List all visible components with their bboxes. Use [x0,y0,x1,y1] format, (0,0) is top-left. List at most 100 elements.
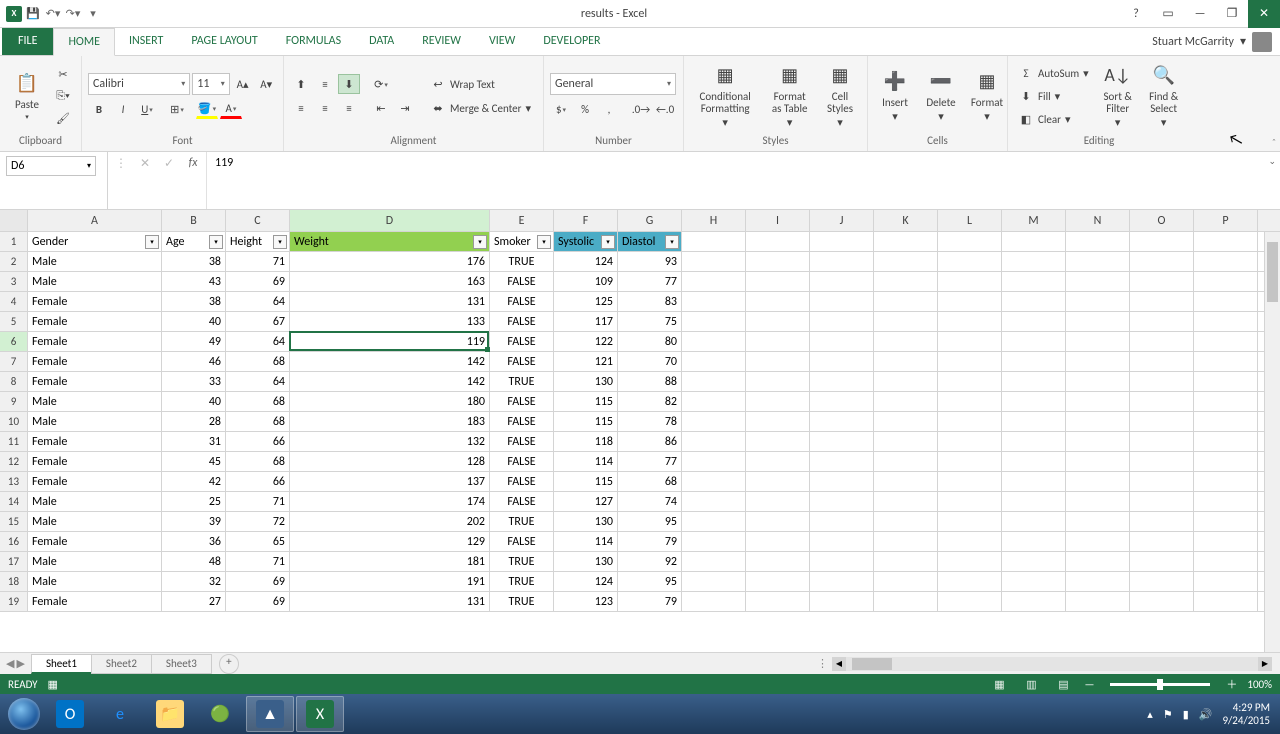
cell[interactable]: Female [28,432,162,451]
find-select-button[interactable]: 🔍Find & Select▾ [1143,61,1185,131]
cell[interactable] [1002,312,1066,331]
cell[interactable] [1194,332,1258,351]
cell[interactable] [1002,532,1066,551]
cell[interactable] [746,372,810,391]
col-header-O[interactable]: O [1130,210,1194,231]
cell[interactable] [1002,492,1066,511]
cell[interactable] [682,392,746,411]
fill-button[interactable]: ⬇Fill ▾ [1014,86,1093,106]
cell[interactable] [682,232,746,251]
accounting-format-icon[interactable]: $ [550,99,572,119]
cell[interactable] [1066,392,1130,411]
sheet-nav-prev-icon[interactable]: ◀ [6,657,14,670]
cell[interactable] [1130,452,1194,471]
align-left-icon[interactable]: ≡ [290,98,312,118]
zoom-out-button[interactable]: — [1084,678,1094,691]
increase-font-icon[interactable]: A▴ [232,74,254,94]
cell[interactable] [746,512,810,531]
tab-insert[interactable]: INSERT [115,28,177,55]
cell[interactable]: 181 [290,552,490,571]
paste-button[interactable]: 📋 Paste▾ [6,69,48,123]
cell[interactable]: 71 [226,252,290,271]
cell[interactable]: 174 [290,492,490,511]
cell[interactable] [1194,312,1258,331]
col-header-G[interactable]: G [618,210,682,231]
cell[interactable] [1002,412,1066,431]
wrap-text-button[interactable]: ↩Wrap Text [426,74,535,94]
cell[interactable]: 40 [162,312,226,331]
row-header-14[interactable]: 14 [0,492,28,512]
cell[interactable] [1066,552,1130,571]
cell[interactable] [938,332,1002,351]
cell[interactable] [746,592,810,611]
cell[interactable] [1194,572,1258,591]
cell[interactable]: TRUE [490,252,554,271]
cell[interactable] [1066,272,1130,291]
cell[interactable]: 64 [226,372,290,391]
cell[interactable] [682,472,746,491]
cell[interactable] [1130,412,1194,431]
cell[interactable] [1002,272,1066,291]
cell[interactable]: 95 [618,572,682,591]
cell[interactable]: 125 [554,292,618,311]
cell[interactable] [938,432,1002,451]
cell[interactable] [810,252,874,271]
cell[interactable]: 77 [618,452,682,471]
cell[interactable]: 68 [226,352,290,371]
tab-review[interactable]: REVIEW [408,28,475,55]
cell[interactable] [746,472,810,491]
align-center-icon[interactable]: ≡ [314,98,336,118]
cell[interactable]: FALSE [490,272,554,291]
cell[interactable]: FALSE [490,432,554,451]
cell[interactable]: 77 [618,272,682,291]
cell[interactable] [1002,232,1066,251]
cell[interactable] [682,432,746,451]
cell[interactable]: 142 [290,352,490,371]
cell[interactable] [810,232,874,251]
qat-customize-icon[interactable]: ▾ [84,5,102,23]
cell[interactable] [810,472,874,491]
col-header-B[interactable]: B [162,210,226,231]
cell[interactable]: 114 [554,452,618,471]
cell[interactable]: 93 [618,252,682,271]
cell[interactable] [746,352,810,371]
cell[interactable] [874,352,938,371]
underline-button[interactable]: U [136,99,158,119]
row-header-11[interactable]: 11 [0,432,28,452]
cell[interactable] [1002,392,1066,411]
cell[interactable]: 131 [290,292,490,311]
format-painter-icon[interactable]: 🖌 [52,108,74,128]
more-functions-icon[interactable]: ⋮ [112,156,130,171]
cell[interactable]: 27 [162,592,226,611]
tray-clock[interactable]: 4:29 PM9/24/2015 [1222,701,1270,727]
cell[interactable] [682,272,746,291]
cell[interactable] [1130,292,1194,311]
view-page-layout-icon[interactable]: ▥ [1020,676,1042,692]
minimize-button[interactable]: — [1184,0,1216,28]
cell[interactable]: 114 [554,532,618,551]
cell[interactable] [1066,592,1130,611]
col-header-H[interactable]: H [682,210,746,231]
cell[interactable]: 49 [162,332,226,351]
row-header-6[interactable]: 6 [0,332,28,352]
cell[interactable] [938,232,1002,251]
cell[interactable] [682,292,746,311]
filter-dropdown-icon[interactable]: ▾ [665,235,679,249]
table-header-cell[interactable]: Systolic▾ [554,232,618,251]
cell[interactable]: 202 [290,512,490,531]
cell[interactable] [682,492,746,511]
cell[interactable]: 70 [618,352,682,371]
cell[interactable] [810,412,874,431]
cell[interactable]: 130 [554,372,618,391]
cell-styles-button[interactable]: ▦Cell Styles▾ [819,61,861,131]
tab-formulas[interactable]: FORMULAS [272,28,355,55]
font-color-button[interactable]: A [220,99,242,119]
autosum-button[interactable]: ΣAutoSum ▾ [1014,63,1093,83]
cell[interactable] [874,552,938,571]
cell[interactable]: 122 [554,332,618,351]
cell[interactable] [1002,292,1066,311]
cell[interactable]: 66 [226,472,290,491]
cell[interactable]: 88 [618,372,682,391]
cell[interactable]: 78 [618,412,682,431]
cell[interactable] [1194,532,1258,551]
